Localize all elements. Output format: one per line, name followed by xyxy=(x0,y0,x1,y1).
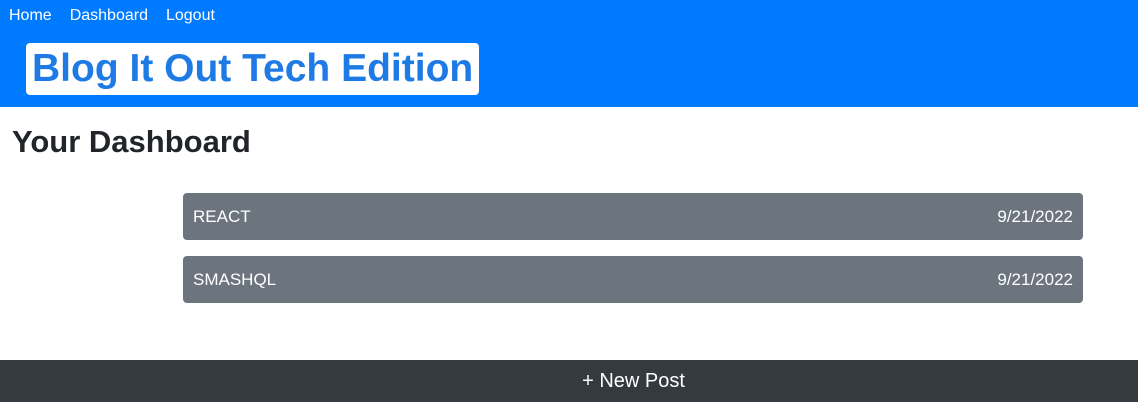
post-title: REACT xyxy=(193,206,251,226)
post-title: SMASHQL xyxy=(193,269,277,289)
post-date: 9/21/2022 xyxy=(997,269,1073,289)
site-title: Blog It Out Tech Edition xyxy=(32,47,474,90)
site-header: Home Dashboard Logout Blog It Out Tech E… xyxy=(0,0,1138,107)
nav-link-home[interactable]: Home xyxy=(0,0,61,32)
new-post-label: + New Post xyxy=(582,369,685,392)
site-title-box: Blog It Out Tech Edition xyxy=(26,43,480,95)
top-nav: Home Dashboard Logout xyxy=(0,0,224,32)
nav-link-logout[interactable]: Logout xyxy=(157,0,224,32)
page-title: Your Dashboard xyxy=(12,124,251,159)
nav-link-dashboard[interactable]: Dashboard xyxy=(61,0,157,32)
post-list: REACT 9/21/2022 SMASHQL 9/21/2022 xyxy=(183,193,1083,319)
post-card-react[interactable]: REACT 9/21/2022 xyxy=(183,193,1083,240)
post-card-smashql[interactable]: SMASHQL 9/21/2022 xyxy=(183,256,1083,303)
post-date: 9/21/2022 xyxy=(997,206,1073,226)
new-post-button[interactable]: + New Post xyxy=(0,360,1138,402)
